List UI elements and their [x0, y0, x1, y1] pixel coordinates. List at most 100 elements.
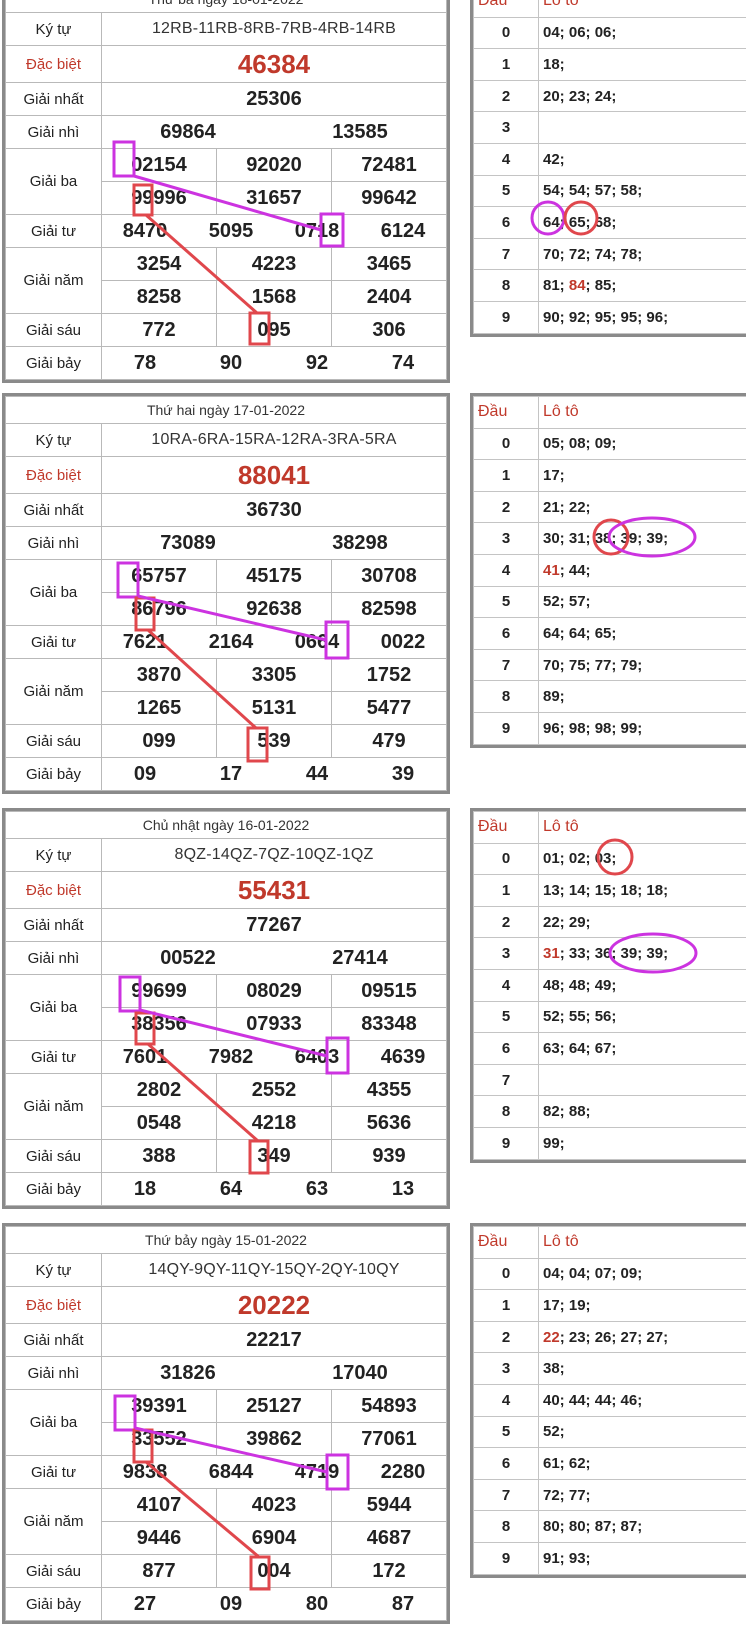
giai-nhat-label: Giải nhất	[5, 493, 102, 527]
loto-values: 18;	[538, 48, 746, 81]
loto-text: ; 23; 26; 27; 27;	[559, 1328, 669, 1346]
result-table-1: Thứ ba ngày 18-01-2022Ký tự12RB-11RB-8RB…	[2, 0, 450, 383]
loto-values: 52; 55; 56;	[538, 1000, 746, 1034]
loto-values: 21; 22;	[538, 490, 746, 524]
giai-nam-label: Giải năm	[5, 1488, 102, 1555]
loto-row: 6 64; 64; 65;	[473, 617, 746, 650]
special-loto-number: 41	[543, 561, 560, 579]
loto-row: 6 64; 65; 68;	[473, 206, 746, 239]
prize-number: 27	[133, 1592, 157, 1615]
dau-digit: 0	[473, 16, 539, 50]
dau-digit: 7	[473, 1063, 539, 1097]
loto-row: 0 04; 04; 07; 09;	[473, 1257, 746, 1291]
loto-row: 7 72; 77;	[473, 1478, 746, 1512]
giai-sau-value: 877	[101, 1554, 217, 1588]
prize-number: 6844	[208, 1460, 254, 1483]
prize-number: 38298	[332, 531, 388, 554]
loto-text: ; 33; 36; 39; 39;	[559, 945, 669, 963]
dau-digit: 7	[473, 237, 539, 271]
loto-header: Lô tô	[538, 811, 746, 844]
dau-digit: 2	[473, 490, 539, 524]
dau-digit: 2	[473, 79, 539, 113]
giai-bay-values: 27 09 80 87	[101, 1587, 447, 1621]
ky-tu-label: Ký tự	[5, 838, 102, 872]
giai-nhat-value: 22217	[101, 1323, 447, 1357]
dau-digit: 4	[473, 142, 539, 176]
prize-number: 4719	[294, 1460, 340, 1483]
dau-digit: 8	[473, 1095, 539, 1128]
giai-nam-value: 5131	[216, 691, 332, 725]
prize-number: 44	[305, 762, 329, 785]
prize-number: 13585	[332, 120, 388, 143]
loto-values: 52;	[538, 1415, 746, 1449]
giai-nam-value: 9446	[101, 1521, 217, 1555]
giai-bay-label: Giải bảy	[5, 1172, 102, 1206]
dau-digit: 4	[473, 968, 539, 1002]
giai-ba-value: 54893	[331, 1389, 447, 1423]
dau-digit: 4	[473, 1383, 539, 1417]
giai-sau-value: 939	[331, 1139, 447, 1173]
ky-tu-value: 10RA-6RA-15RA-12RA-3RA-5RA	[101, 423, 447, 457]
loto-row: 9 90; 92; 95; 95; 96;	[473, 300, 746, 334]
giai-tu-values: 7601 7982 6403 4639	[101, 1040, 447, 1074]
giai-nam-value: 3870	[101, 658, 217, 692]
loto-values: 72; 77;	[538, 1478, 746, 1512]
giai-ba-value: 83348	[331, 1007, 447, 1041]
loto-values: 64; 64; 65;	[538, 617, 746, 650]
prize-number: 17040	[332, 1361, 388, 1384]
giai-ba-value: 07933	[216, 1007, 332, 1041]
loto-values: 04; 06; 06;	[538, 16, 746, 50]
giai-nhi-values: 69864 13585	[101, 115, 447, 149]
giai-ba-value: 39391	[101, 1389, 217, 1423]
dau-digit: 5	[473, 174, 539, 208]
giai-ba-value: 99642	[331, 181, 447, 215]
prize-number: 09	[133, 762, 157, 785]
giai-nhat-value: 36730	[101, 493, 447, 527]
giai-nam-value: 6904	[216, 1521, 332, 1555]
loto-values: 31; 33; 36; 39; 39;	[538, 937, 746, 970]
giai-nhi-values: 00522 27414	[101, 941, 447, 975]
dau-digit: 9	[473, 1126, 539, 1160]
giai-tu-values: 9838 6844 4719 2280	[101, 1455, 447, 1489]
giai-ba-value: 65757	[101, 559, 217, 593]
loto-values: 17;	[538, 459, 746, 492]
loto-row: 6 63; 64; 67;	[473, 1032, 746, 1065]
prize-number: 80	[305, 1592, 329, 1615]
dac-biet-label: Đặc biệt	[5, 45, 102, 83]
loto-header: Lô tô	[538, 1226, 746, 1259]
loto-values: 96; 98; 98; 99;	[538, 711, 746, 745]
prize-number: 39	[391, 762, 415, 785]
giai-bay-label: Giải bảy	[5, 1587, 102, 1621]
giai-ba-value: 99996	[101, 181, 217, 215]
loto-values: 52; 57;	[538, 585, 746, 619]
dau-digit: 8	[473, 1510, 539, 1543]
loto-row: 8 81; 84; 85;	[473, 269, 746, 302]
loto-row: 5 52; 55; 56;	[473, 1000, 746, 1034]
giai-sau-value: 479	[331, 724, 447, 758]
prize-number: 7601	[122, 1045, 168, 1068]
dau-header: Đầu	[473, 811, 539, 844]
dau-header: Đầu	[473, 396, 539, 429]
loto-row: 1 18;	[473, 48, 746, 81]
loto-row: 2 22; 23; 26; 27; 27;	[473, 1320, 746, 1354]
dau-digit: 6	[473, 1447, 539, 1480]
giai-nam-value: 4687	[331, 1521, 447, 1555]
result-date-header: Thứ ba ngày 18-01-2022	[5, 0, 447, 13]
loto-row: 2 22; 29;	[473, 905, 746, 939]
giai-ba-value: 39862	[216, 1422, 332, 1456]
dau-digit: 1	[473, 459, 539, 492]
loto-values: 22; 23; 26; 27; 27;	[538, 1320, 746, 1354]
loto-row: 1 13; 14; 15; 18; 18;	[473, 874, 746, 907]
special-loto-number: 22	[543, 1328, 560, 1346]
giai-ba-label: Giải ba	[5, 148, 102, 215]
loto-row: 2 20; 23; 24;	[473, 79, 746, 113]
giai-nam-value: 3254	[101, 247, 217, 281]
giai-nhat-value: 25306	[101, 82, 447, 116]
dau-digit: 5	[473, 1415, 539, 1449]
loto-row: 0 01; 02; 03;	[473, 842, 746, 876]
prize-number: 63	[305, 1177, 329, 1200]
loto-values: 81; 84; 85;	[538, 269, 746, 302]
giai-ba-value: 38356	[101, 1007, 217, 1041]
giai-bay-label: Giải bảy	[5, 346, 102, 380]
giai-ba-value: 30708	[331, 559, 447, 593]
